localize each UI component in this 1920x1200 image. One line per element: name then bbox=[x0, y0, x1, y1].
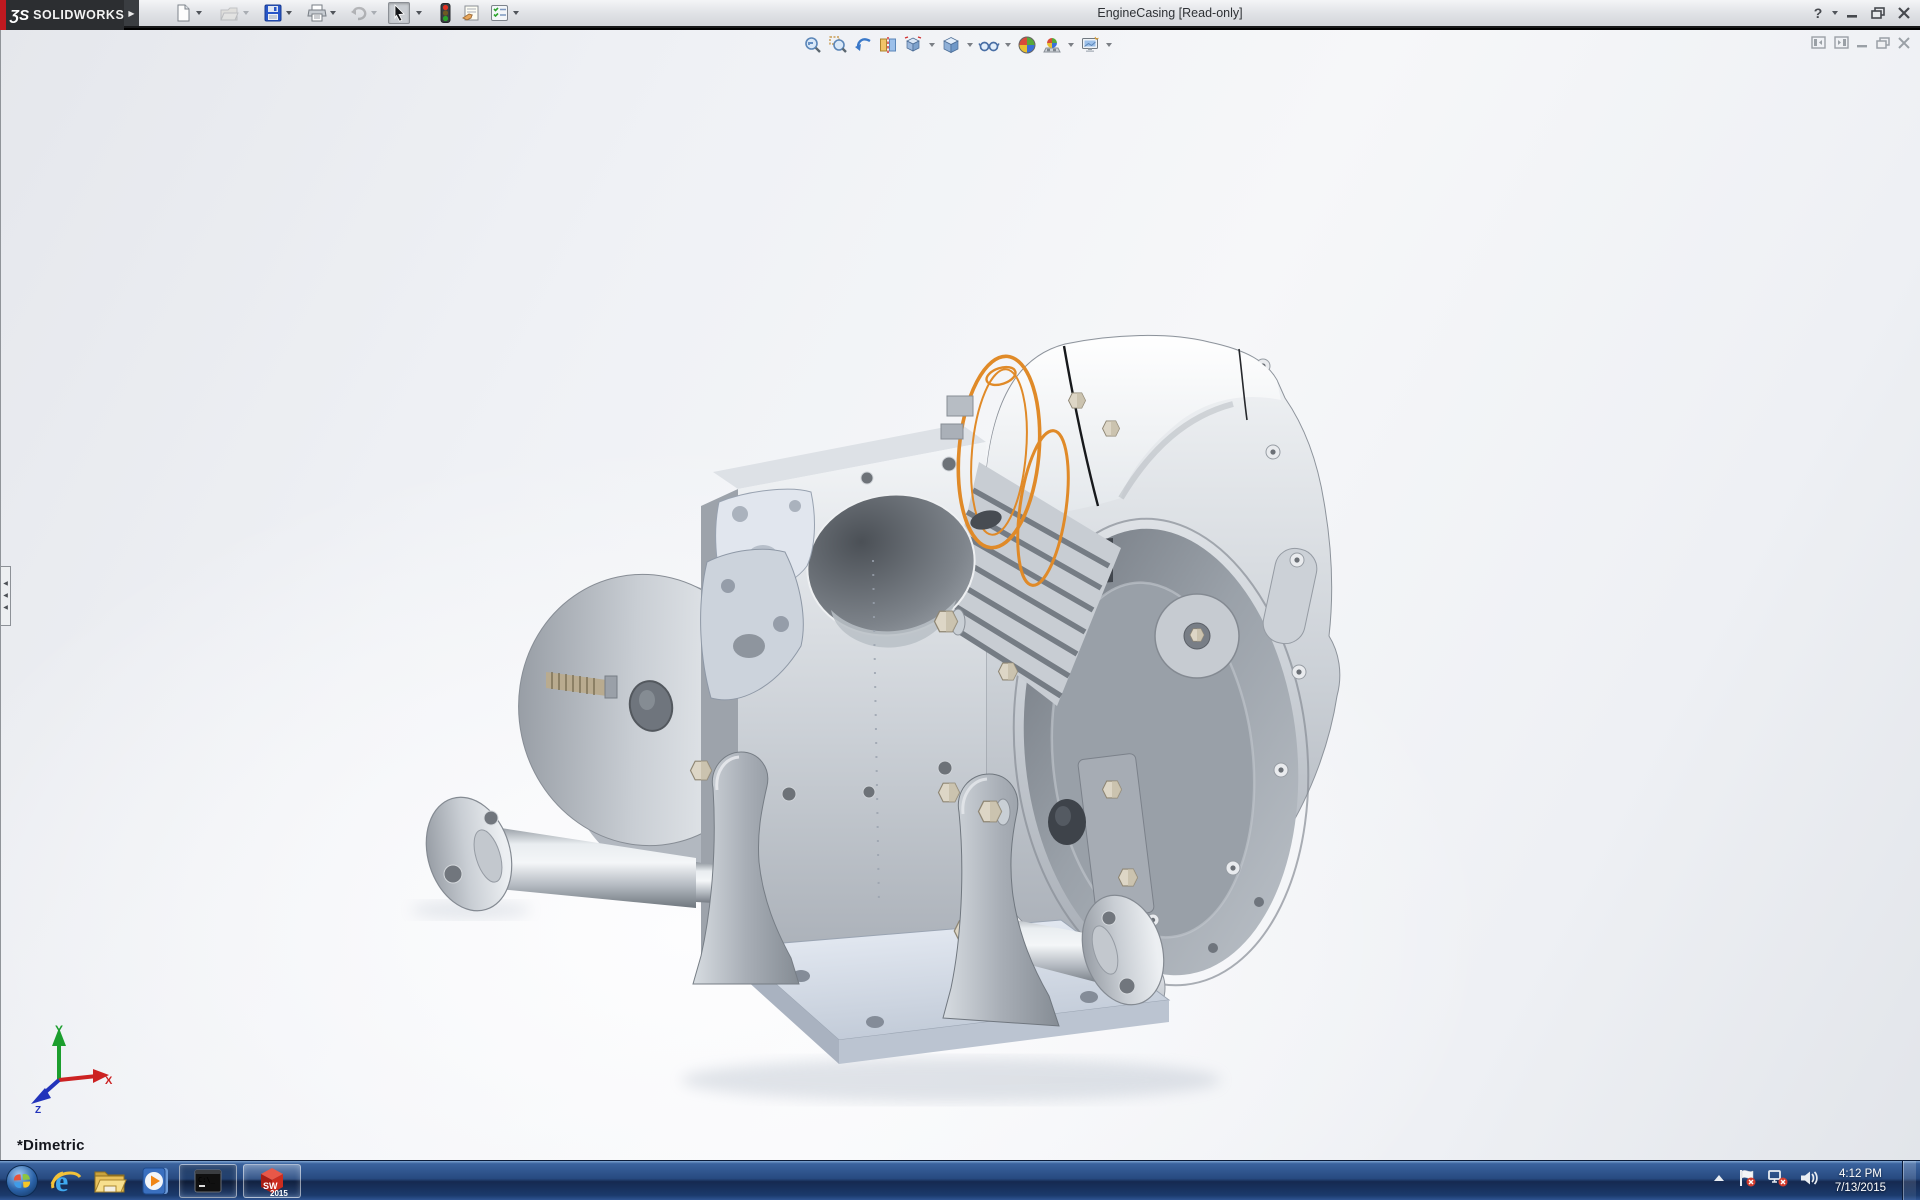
file-properties-button[interactable] bbox=[460, 2, 482, 24]
minimize-icon bbox=[1847, 8, 1858, 18]
taskbar-media-player[interactable] bbox=[132, 1161, 176, 1200]
save-button[interactable] bbox=[262, 2, 284, 24]
close-button[interactable] bbox=[1894, 4, 1914, 22]
svg-text:e: e bbox=[55, 1165, 68, 1198]
help-dropdown[interactable] bbox=[1832, 11, 1838, 15]
undo-button[interactable] bbox=[348, 2, 370, 24]
media-player-icon bbox=[137, 1165, 171, 1197]
stud-block bbox=[941, 424, 963, 439]
start-orb-icon bbox=[5, 1164, 39, 1198]
taskbar-solidworks[interactable]: SW 2015 bbox=[243, 1164, 301, 1198]
solidworks-logo-mark: ƷS bbox=[10, 7, 29, 24]
reference-triad: Y X Z bbox=[17, 1022, 113, 1114]
internet-explorer-icon: e bbox=[49, 1164, 83, 1198]
show-hidden-icons-button[interactable] bbox=[1711, 1171, 1727, 1190]
close-icon bbox=[1898, 7, 1910, 19]
clock-date: 7/13/2015 bbox=[1835, 1181, 1886, 1195]
brand-red-stripe bbox=[0, 0, 6, 30]
svg-text:C:\_: C:\_ bbox=[198, 1176, 216, 1184]
options-checklist-icon bbox=[490, 4, 509, 22]
restore-button[interactable] bbox=[1868, 4, 1888, 22]
command-prompt-icon: C:\_ bbox=[194, 1169, 222, 1193]
chevron-up-icon bbox=[1711, 1171, 1727, 1185]
engine-casing-model[interactable] bbox=[1, 30, 1920, 1160]
taskbar-windows-explorer[interactable] bbox=[88, 1161, 132, 1200]
volume-icon[interactable] bbox=[1799, 1169, 1819, 1192]
window-title: EngineCasing [Read-only] bbox=[1020, 6, 1320, 20]
svg-text:2015: 2015 bbox=[270, 1189, 288, 1197]
rebuild-button[interactable] bbox=[434, 2, 456, 24]
taskbar-clock[interactable]: 4:12 PM 7/13/2015 bbox=[1835, 1167, 1886, 1195]
new-document-button[interactable] bbox=[172, 2, 194, 24]
view-orientation-label: *Dimetric bbox=[17, 1137, 85, 1154]
open-button[interactable] bbox=[218, 2, 240, 24]
folder-icon bbox=[92, 1166, 128, 1196]
minimize-button[interactable] bbox=[1842, 4, 1862, 22]
options-button[interactable] bbox=[488, 2, 510, 24]
select-dropdown[interactable] bbox=[416, 11, 422, 15]
open-dropdown[interactable] bbox=[243, 11, 249, 15]
network-status-icon[interactable] bbox=[1767, 1168, 1789, 1193]
system-tray: 4:12 PM 7/13/2015 bbox=[1711, 1161, 1920, 1200]
toolbar-flyout-button[interactable]: ▶ bbox=[124, 0, 139, 26]
undo-icon bbox=[349, 4, 369, 22]
help-button[interactable]: ? bbox=[1808, 4, 1828, 22]
options-dropdown[interactable] bbox=[513, 11, 519, 15]
print-dropdown[interactable] bbox=[330, 11, 336, 15]
select-tool-button[interactable] bbox=[388, 2, 410, 24]
solidworks-logo-text: SOLIDWORKS bbox=[33, 8, 124, 22]
model-shadow bbox=[681, 1058, 1221, 1102]
action-center-icon[interactable] bbox=[1737, 1168, 1757, 1193]
solidworks-window: ƷS SOLIDWORKS ▶ En bbox=[0, 0, 1920, 1200]
triad-z-label: Z bbox=[35, 1105, 41, 1114]
restore-icon bbox=[1871, 7, 1885, 19]
select-cursor-icon bbox=[391, 4, 407, 22]
open-folder-icon bbox=[219, 4, 239, 22]
network-disconnected-icon bbox=[1767, 1168, 1789, 1188]
taskbar-internet-explorer[interactable]: e bbox=[44, 1161, 88, 1200]
clock-time: 4:12 PM bbox=[1835, 1167, 1886, 1181]
new-document-icon bbox=[174, 4, 192, 22]
save-dropdown[interactable] bbox=[286, 11, 292, 15]
title-bar: ƷS SOLIDWORKS ▶ En bbox=[0, 0, 1920, 28]
file-properties-icon bbox=[461, 4, 481, 22]
undo-dropdown[interactable] bbox=[371, 11, 377, 15]
new-dropdown[interactable] bbox=[196, 11, 202, 15]
flag-alert-icon bbox=[1737, 1168, 1757, 1188]
taskbar-command-prompt[interactable]: C:\_ bbox=[179, 1164, 237, 1198]
windows-taskbar: e C:\_ bbox=[0, 1160, 1920, 1200]
print-button[interactable] bbox=[306, 2, 328, 24]
triad-y-label: Y bbox=[55, 1023, 63, 1037]
solidworks-logo: ƷS SOLIDWORKS bbox=[0, 0, 124, 30]
solidworks-2015-icon: SW 2015 bbox=[256, 1165, 288, 1197]
traffic-light-icon bbox=[440, 3, 451, 23]
stud-block bbox=[947, 396, 973, 416]
print-icon bbox=[307, 4, 327, 22]
speaker-icon bbox=[1799, 1169, 1819, 1187]
triad-x-label: X bbox=[105, 1075, 113, 1087]
show-desktop-button[interactable] bbox=[1902, 1161, 1916, 1200]
save-floppy-icon bbox=[264, 4, 282, 22]
start-button[interactable] bbox=[0, 1161, 44, 1200]
graphics-area[interactable]: ◀ ◀ ◀ bbox=[0, 30, 1920, 1160]
